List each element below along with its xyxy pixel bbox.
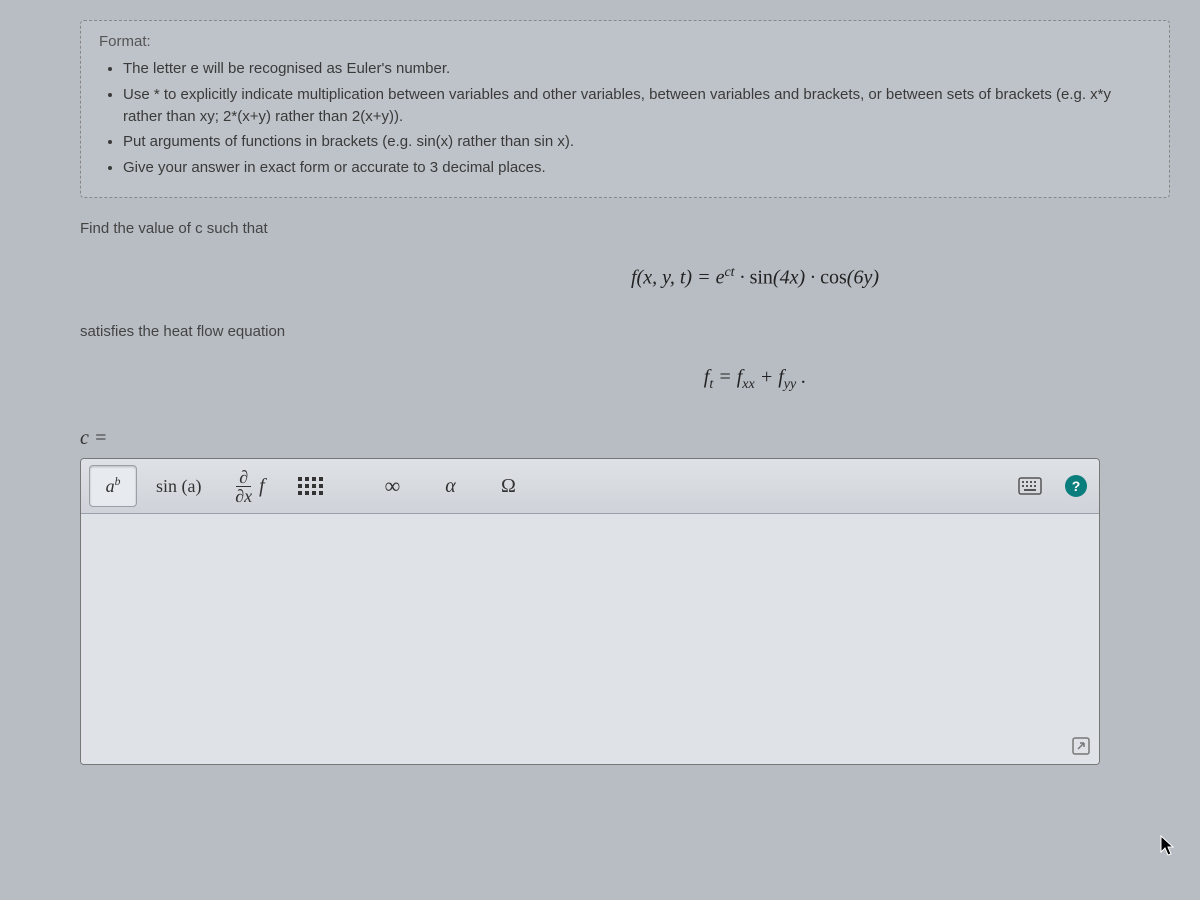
matrix-button[interactable] — [286, 465, 334, 507]
sin-button[interactable]: sin (a) — [147, 465, 210, 507]
format-item: Use * to explicitly indicate multiplicat… — [123, 84, 1151, 128]
question-page: Format: The letter e will be recognised … — [0, 0, 1200, 795]
equation-f: f(x, y, t) = ect · sin(4x) · cos(6y) — [340, 265, 1170, 290]
expand-icon[interactable] — [1071, 736, 1091, 756]
derivative-fraction: ∂ ∂x — [232, 468, 255, 505]
power-exp: b — [115, 475, 121, 488]
infinity-symbol: ∞ — [385, 473, 401, 499]
omega-button[interactable]: Ω — [484, 465, 532, 507]
editor-toolbar: ab sin (a) ∂ ∂x f — [81, 459, 1099, 514]
answer-prompt: c = — [80, 427, 1170, 450]
format-item: The letter e will be recognised as Euler… — [123, 58, 1151, 80]
power-button[interactable]: ab — [89, 465, 137, 507]
derivative-button[interactable]: ∂ ∂x f — [220, 465, 276, 507]
format-list: The letter e will be recognised as Euler… — [99, 58, 1151, 179]
alpha-symbol: α — [445, 475, 456, 498]
math-input[interactable] — [81, 514, 1099, 764]
help-label: ? — [1072, 478, 1081, 494]
keyboard-icon — [1018, 477, 1042, 495]
format-title: Format: — [99, 33, 1151, 50]
sin-label: sin (a) — [156, 476, 201, 497]
power-base: a — [106, 476, 115, 496]
help-icon: ? — [1065, 475, 1087, 497]
omega-symbol: Ω — [501, 475, 516, 498]
alpha-button[interactable]: α — [426, 465, 474, 507]
format-box: Format: The letter e will be recognised … — [80, 20, 1170, 198]
derivative-f: f — [259, 475, 265, 498]
question-satisfies: satisfies the heat flow equation — [80, 323, 1170, 340]
derivative-bottom: ∂x — [232, 487, 255, 505]
infinity-button[interactable]: ∞ — [368, 465, 416, 507]
matrix-icon — [298, 477, 323, 495]
derivative-top: ∂ — [236, 468, 251, 487]
cursor-icon — [1159, 834, 1175, 860]
equation-heat: ft = fxx + fyy . — [340, 366, 1170, 393]
question-intro: Find the value of c such that — [80, 220, 1170, 237]
format-item: Put arguments of functions in brackets (… — [123, 131, 1151, 153]
help-button[interactable]: ? — [1061, 465, 1091, 507]
math-editor: ab sin (a) ∂ ∂x f — [80, 458, 1100, 765]
format-item: Give your answer in exact form or accura… — [123, 157, 1151, 179]
keyboard-button[interactable] — [1009, 465, 1051, 507]
